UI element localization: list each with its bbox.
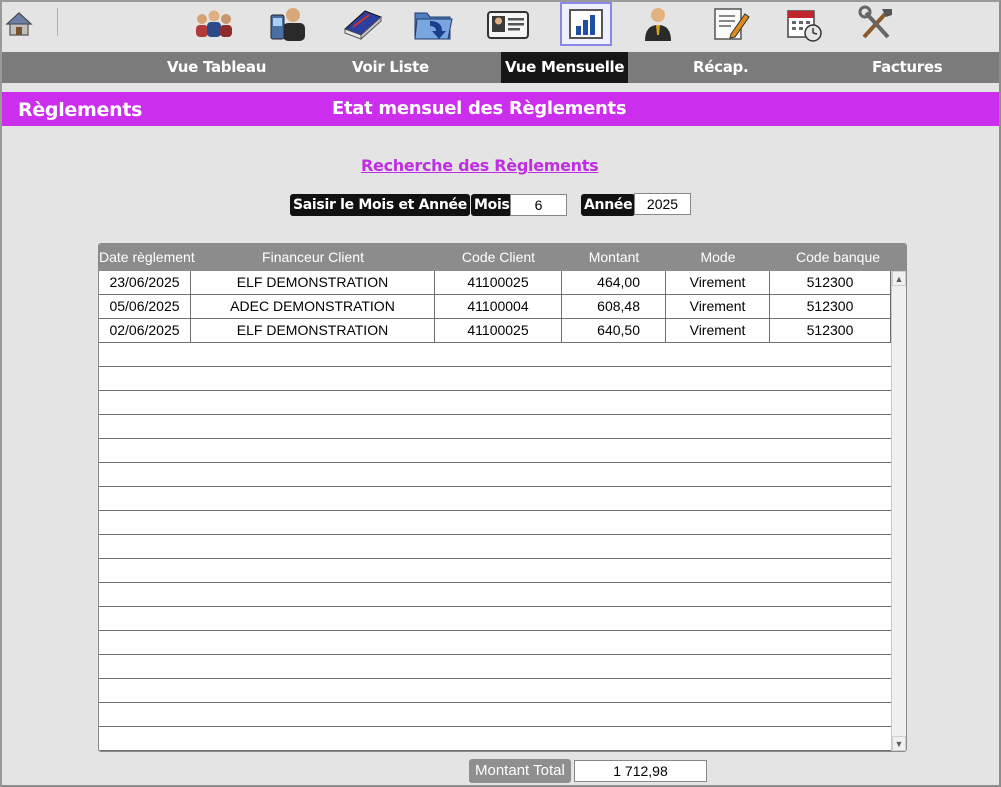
table-row[interactable] [99, 535, 891, 559]
section-title: Règlements [18, 99, 143, 121]
table-row[interactable] [99, 343, 891, 367]
month-year-prompt-label: Saisir le Mois et Année [290, 194, 470, 216]
table-row[interactable]: 23/06/2025 ELF DEMONSTRATION 41100025 464,0… [99, 271, 891, 295]
table-row[interactable] [99, 607, 891, 631]
month-label: Mois [471, 194, 513, 216]
nav-voir-liste[interactable]: Voir Liste [352, 52, 429, 83]
table-row[interactable] [99, 391, 891, 415]
cell-code-banque: 512300 [770, 295, 891, 318]
table-row[interactable]: 02/06/2025 ELF DEMONSTRATION 41100025 640,5… [99, 319, 891, 343]
year-label: Année [581, 194, 636, 216]
column-header-montant[interactable]: Montant [562, 244, 666, 271]
cell-date: 05/06/2025 [99, 295, 191, 318]
nav-factures[interactable]: Factures [872, 52, 943, 83]
column-header-code-banque[interactable]: Code banque [770, 244, 906, 271]
page-header: Règlements Etat mensuel des Règlements [2, 92, 999, 126]
table-row[interactable] [99, 463, 891, 487]
edit-document-icon[interactable] [709, 2, 753, 46]
cell-code-client: 41100004 [435, 295, 562, 318]
column-header-code-client[interactable]: Code Client [435, 244, 562, 271]
cell-code-banque: 512300 [770, 319, 891, 342]
nav-vue-mensuelle[interactable]: Vue Mensuelle [501, 52, 629, 83]
cell-financeur: ADEC DEMONSTRATION [191, 295, 435, 318]
column-header-financeur[interactable]: Financeur Client [191, 244, 435, 271]
person-icon[interactable] [636, 2, 680, 46]
cell-mode: Virement [666, 319, 770, 342]
scroll-up-arrow-icon[interactable]: ▲ [892, 271, 906, 286]
table-row[interactable]: 05/06/2025 ADEC DEMONSTRATION 41100004 608,… [99, 295, 891, 319]
total-amount-label: Montant Total [469, 759, 571, 783]
table-body: 23/06/2025 ELF DEMONSTRATION 41100025 464,0… [99, 271, 891, 751]
folder-import-icon[interactable] [412, 2, 456, 46]
total-amount-value: 1 712,98 [574, 760, 707, 782]
table-row[interactable] [99, 415, 891, 439]
table-row[interactable] [99, 679, 891, 703]
tools-icon[interactable] [854, 2, 898, 46]
scroll-down-arrow-icon[interactable]: ▼ [892, 736, 906, 751]
toolbar [2, 2, 999, 52]
cell-code-client: 41100025 [435, 319, 562, 342]
table-scrollbar[interactable]: ▲ ▼ [891, 271, 906, 751]
nav-vue-tableau[interactable]: Vue Tableau [167, 52, 266, 83]
toolbar-separator [57, 8, 58, 36]
cell-montant: 608,48 [562, 295, 666, 318]
cell-montant: 640,50 [562, 319, 666, 342]
cell-montant: 464,00 [562, 271, 666, 294]
home-icon[interactable] [2, 2, 36, 46]
table-row[interactable] [99, 511, 891, 535]
column-header-date[interactable]: Date règlement [99, 244, 195, 271]
table-row[interactable] [99, 487, 891, 511]
column-header-mode[interactable]: Mode [666, 244, 770, 271]
nav-bar: Vue Tableau Voir Liste Vue Mensuelle Réc… [2, 52, 999, 83]
app-window: Vue Tableau Voir Liste Vue Mensuelle Réc… [0, 0, 1001, 787]
cell-date: 23/06/2025 [99, 271, 191, 294]
table-header: Date règlement Financeur Client Code Clien… [99, 244, 906, 271]
book-icon[interactable] [339, 2, 383, 46]
table-row[interactable] [99, 367, 891, 391]
table-row[interactable] [99, 655, 891, 679]
bar-chart-icon[interactable] [560, 2, 612, 46]
calendar-clock-icon[interactable] [782, 2, 826, 46]
search-payments-link[interactable]: Recherche des Règlements [361, 156, 599, 175]
table-row[interactable] [99, 439, 891, 463]
mobile-contact-icon[interactable] [266, 2, 310, 46]
id-card-icon[interactable] [486, 2, 530, 46]
cell-financeur: ELF DEMONSTRATION [191, 271, 435, 294]
table-row[interactable] [99, 583, 891, 607]
table-row[interactable] [99, 727, 891, 751]
contacts-icon[interactable] [192, 2, 236, 46]
cell-date: 02/06/2025 [99, 319, 191, 342]
year-input[interactable]: 2025 [634, 193, 691, 215]
table-row[interactable] [99, 559, 891, 583]
cell-financeur: ELF DEMONSTRATION [191, 319, 435, 342]
nav-recap[interactable]: Récap. [693, 52, 749, 83]
cell-code-banque: 512300 [770, 271, 891, 294]
cell-mode: Virement [666, 271, 770, 294]
month-input[interactable]: 6 [510, 194, 567, 216]
page-title: Etat mensuel des Règlements [332, 98, 627, 119]
table-row[interactable] [99, 631, 891, 655]
cell-mode: Virement [666, 295, 770, 318]
cell-code-client: 41100025 [435, 271, 562, 294]
payments-table: Date règlement Financeur Client Code Clien… [98, 243, 907, 752]
table-row[interactable] [99, 703, 891, 727]
